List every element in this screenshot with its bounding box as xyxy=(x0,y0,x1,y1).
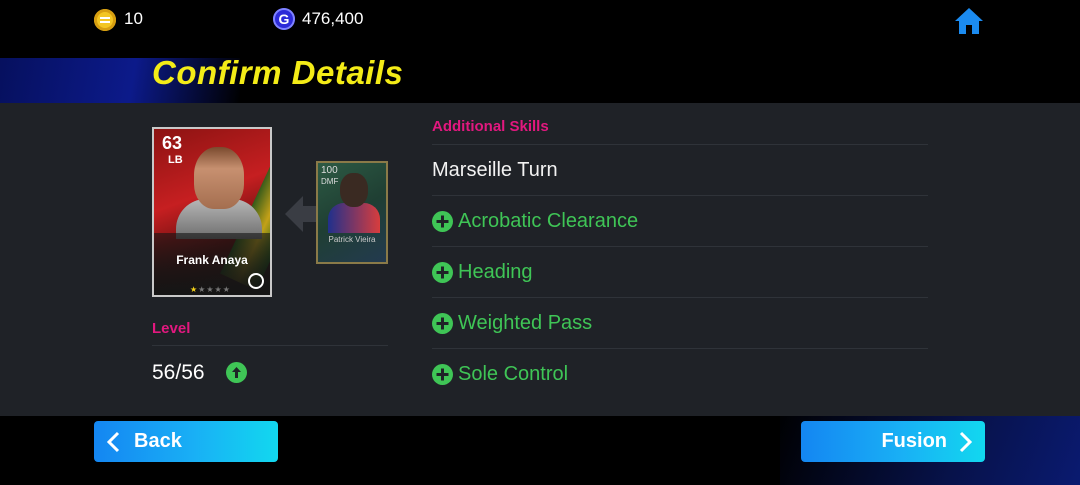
back-button-label: Back xyxy=(134,430,182,452)
divider xyxy=(432,195,928,196)
home-icon[interactable] xyxy=(953,6,985,36)
skill-label: Sole Control xyxy=(458,362,569,385)
arrow-up-circle-icon xyxy=(226,362,247,383)
gp-balance: 476,400 xyxy=(302,9,364,28)
material-name: Patrick Vieira xyxy=(328,235,376,244)
chevron-right-icon xyxy=(959,431,973,452)
material-portrait xyxy=(340,173,368,207)
back-button[interactable]: Back xyxy=(94,421,278,462)
skill-label: Acrobatic Clearance xyxy=(458,209,639,232)
divider xyxy=(432,246,928,247)
divider xyxy=(432,348,928,349)
star-icon: ★ xyxy=(222,285,231,294)
fusion-button-label: Fusion xyxy=(881,430,947,452)
skill-label: Heading xyxy=(458,260,533,283)
chevron-left-icon xyxy=(106,431,120,452)
page-title: Confirm Details xyxy=(152,54,404,91)
divider xyxy=(152,345,388,346)
coin-balance: 10 xyxy=(124,9,143,28)
material-player-card: 100 DMF Patrick Vieira xyxy=(316,161,388,264)
player-stars: ★★★★★ xyxy=(190,285,231,294)
efootball-logo-icon xyxy=(248,273,264,289)
plus-circle-icon xyxy=(432,261,453,283)
player-portrait xyxy=(194,147,244,209)
material-rating: 100 xyxy=(321,165,338,176)
skill-row: Sole Control xyxy=(432,359,568,389)
arrow-left-icon xyxy=(285,196,317,232)
plus-circle-icon xyxy=(432,363,453,385)
star-icon: ★ xyxy=(206,285,215,294)
skill-row: Acrobatic Clearance xyxy=(432,206,638,236)
player-card: 63 LB Frank Anaya ★★★★★ xyxy=(152,127,272,297)
player-name: Frank Anaya xyxy=(176,253,248,267)
material-position: DMF xyxy=(321,177,339,186)
player-rating: 63 xyxy=(162,133,183,153)
level-label: Level xyxy=(152,320,191,337)
skill-row: Marseille Turn xyxy=(432,155,558,185)
skill-label: Weighted Pass xyxy=(458,311,593,334)
material-portrait-body xyxy=(328,203,380,233)
skill-row: Weighted Pass xyxy=(432,308,592,338)
plus-circle-icon xyxy=(432,312,453,334)
skill-row: Heading xyxy=(432,257,533,287)
star-icon: ★ xyxy=(190,285,199,294)
gp-icon: G xyxy=(273,8,295,30)
plus-circle-icon xyxy=(432,210,453,232)
level-value: 56/56 xyxy=(152,361,205,384)
star-icon: ★ xyxy=(214,285,223,294)
divider xyxy=(432,297,928,298)
player-position: LB xyxy=(168,154,183,166)
skill-label: Marseille Turn xyxy=(432,158,558,181)
coin-icon xyxy=(94,9,116,31)
divider xyxy=(432,144,928,145)
fusion-button[interactable]: Fusion xyxy=(801,421,985,462)
additional-skills-title: Additional Skills xyxy=(432,118,549,135)
